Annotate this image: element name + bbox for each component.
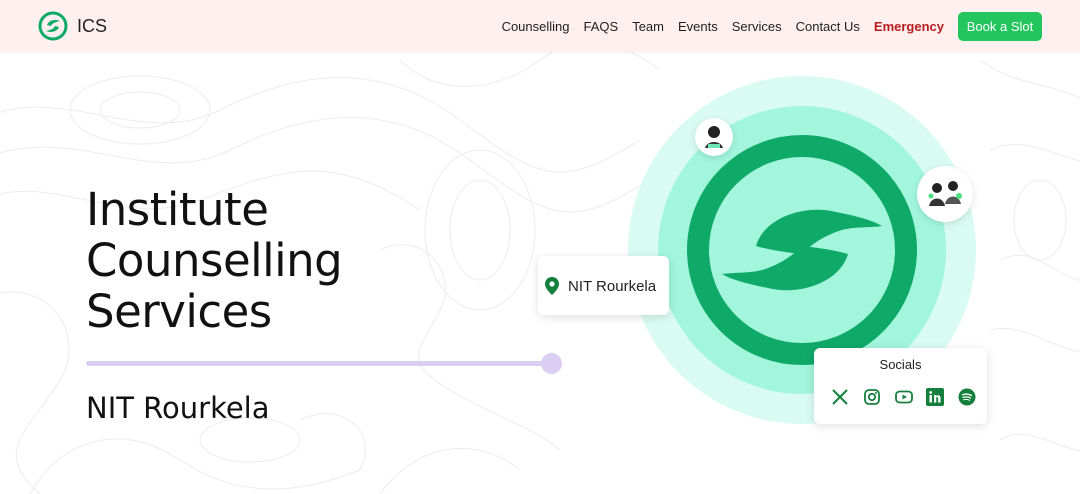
brand-name[interactable]: ICS <box>77 16 107 37</box>
nav-services[interactable]: Services <box>732 19 782 34</box>
hero-title: Institute Counselling Services <box>86 183 343 338</box>
location-card: NIT Rourkela <box>538 256 669 315</box>
x-icon[interactable] <box>831 388 849 406</box>
site-header: ICS Counselling FAQS Team Events Service… <box>0 0 1080 52</box>
divider-dot <box>541 353 562 374</box>
socials-title: Socials <box>879 357 922 372</box>
spotify-icon[interactable] <box>958 388 976 406</box>
hero-title-line: Institute <box>86 183 269 236</box>
nav-contact-us[interactable]: Contact Us <box>796 19 860 34</box>
helping-hands-emblem-icon <box>687 135 917 365</box>
nav-team[interactable]: Team <box>632 19 664 34</box>
socials-card: Socials <box>814 348 987 424</box>
linkedin-icon[interactable] <box>926 388 944 406</box>
book-a-slot-button[interactable]: Book a Slot <box>958 12 1042 41</box>
team-group-avatar <box>917 166 973 222</box>
location-label: NIT Rourkela <box>568 278 657 295</box>
nav-counselling[interactable]: Counselling <box>502 19 570 34</box>
instagram-icon[interactable] <box>863 388 881 406</box>
nav-events[interactable]: Events <box>678 19 718 34</box>
hero-title-line: Services <box>86 285 272 338</box>
map-pin-icon <box>545 277 559 295</box>
group-illustration-icon <box>928 181 962 206</box>
hero-subtitle: NIT Rourkela <box>86 391 270 425</box>
youtube-icon[interactable] <box>895 388 913 406</box>
person-illustration-icon <box>705 126 723 148</box>
hero-title-line: Counselling <box>86 234 343 287</box>
team-member-avatar <box>695 118 733 156</box>
ics-logo-icon[interactable] <box>38 11 68 41</box>
nav-faqs[interactable]: FAQS <box>584 19 619 34</box>
main-nav: Counselling FAQS Team Events Services Co… <box>502 19 944 34</box>
nav-emergency[interactable]: Emergency <box>874 19 944 34</box>
decorative-divider <box>86 361 554 366</box>
